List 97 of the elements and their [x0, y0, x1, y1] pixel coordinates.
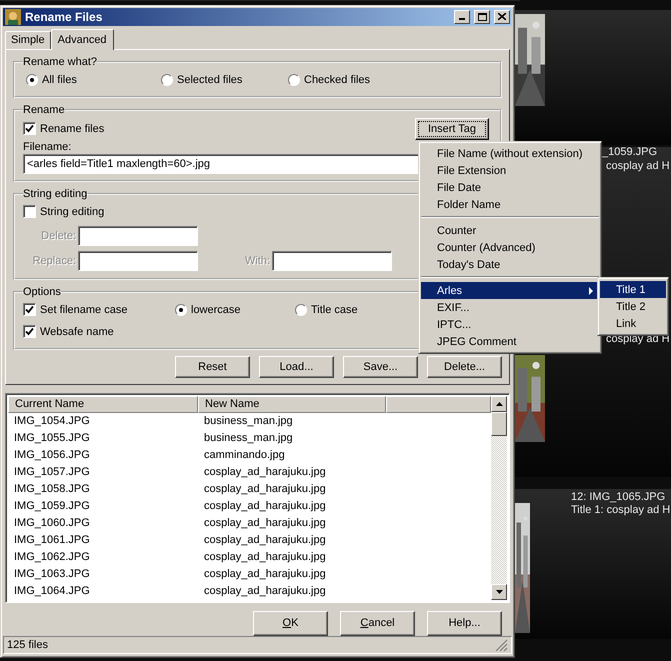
table-cell-text: cosplay_ad_harajuku.jpg — [203, 517, 327, 530]
checkbox-label[interactable]: Websafe name — [40, 326, 114, 338]
tab[interactable]: Simple — [5, 30, 51, 49]
preset-button[interactable]: Load... — [259, 356, 334, 378]
table-cell-text: business_man.jpg — [203, 432, 294, 444]
menu-item[interactable]: Link — [600, 315, 666, 332]
check-icon — [25, 305, 34, 314]
table-cell-text: camminando.jpg — [203, 449, 286, 462]
table-cell-text: cosplay_ad_harajuku.jpg — [203, 568, 327, 580]
radio-label[interactable]: Title case — [311, 304, 358, 316]
dialog-button[interactable]: OK — [253, 610, 328, 636]
radio-label[interactable]: lowercase — [191, 304, 241, 316]
maximize-button[interactable] — [474, 10, 490, 24]
menu-item[interactable]: Folder Name — [421, 196, 599, 213]
table-cell-text: IMG_1059.JPG — [13, 500, 91, 512]
column-header[interactable] — [386, 396, 491, 413]
radio-button[interactable] — [175, 304, 187, 316]
group-title: Rename what? — [23, 56, 97, 68]
preset-button[interactable]: Delete... — [427, 356, 502, 378]
minimize-button[interactable] — [454, 10, 470, 24]
menu-item[interactable]: Title 1 — [600, 281, 666, 298]
photo-caption: 12: IMG_1065.JPG — [571, 491, 666, 504]
window-title: Rename Files — [25, 10, 104, 24]
checkbox-label[interactable]: Set filename case — [40, 304, 128, 316]
check-icon — [25, 327, 34, 336]
preset-button[interactable]: Save... — [343, 356, 418, 378]
close-icon — [498, 13, 506, 20]
photo-caption: _1059.JPG — [602, 146, 658, 159]
table-cell-text: cosplay_ad_harajuku.jpg — [203, 483, 327, 496]
menu-item[interactable]: Counter (Advanced) — [421, 239, 599, 256]
radio-label[interactable]: Checked files — [304, 74, 370, 86]
scroll-down-button[interactable] — [491, 584, 507, 600]
table-cell-text: IMG_1054.JPG — [13, 415, 91, 428]
app-icon — [5, 8, 21, 25]
table-cell-text: business_man.jpg — [203, 415, 294, 428]
column-header[interactable]: Current Name — [8, 396, 198, 413]
table-cell-text: IMG_1061.JPG — [13, 534, 91, 546]
menu-item[interactable]: Today's Date — [421, 256, 599, 273]
menu-item[interactable]: Counter — [421, 222, 599, 239]
group-title: Rename — [23, 104, 65, 116]
check-icon — [25, 124, 34, 134]
down-arrow-icon — [496, 590, 502, 594]
checkbox-label[interactable]: String editing — [40, 206, 104, 218]
submenu-arrow-icon — [589, 286, 593, 294]
group-title: Options — [23, 286, 61, 298]
table-cell-text: IMG_1064.JPG — [13, 585, 91, 598]
up-arrow-icon — [496, 402, 502, 406]
checkbox[interactable] — [23, 122, 36, 136]
menu-item[interactable]: Title 2 — [600, 298, 666, 315]
radio-label[interactable]: Selected files — [177, 74, 242, 86]
menu-item[interactable]: IPTC... — [421, 316, 599, 333]
scroll-thumb[interactable] — [491, 412, 507, 436]
column-header[interactable]: New Name — [198, 396, 386, 413]
checkbox[interactable] — [23, 303, 36, 316]
table-cell-text: cosplay_ad_harajuku.jpg — [203, 500, 327, 512]
table-cell-text: cosplay_ad_harajuku.jpg — [203, 585, 327, 598]
menu-item[interactable]: EXIF... — [421, 299, 599, 316]
resize-grip-icon — [494, 638, 508, 652]
radio-label[interactable]: All files — [42, 74, 77, 86]
menu-item[interactable]: JPEG Comment — [421, 333, 599, 350]
table-cell-text: IMG_1058.JPG — [13, 483, 91, 496]
checkbox[interactable] — [23, 325, 36, 338]
photo-caption: cosplay ad H — [606, 160, 670, 173]
tab[interactable]: Advanced — [50, 28, 114, 50]
field-label: Delete: — [40, 230, 77, 242]
table-cell-text: IMG_1062.JPG — [13, 551, 91, 564]
table-cell-text: cosplay_ad_harajuku.jpg — [203, 534, 327, 546]
scroll-up-button[interactable] — [491, 396, 507, 412]
table-cell-text: IMG_1060.JPG — [13, 517, 91, 530]
photo-caption: Title 1: cosplay ad H — [571, 504, 670, 517]
table-cell-text: IMG_1063.JPG — [13, 568, 91, 580]
menu-item[interactable]: File Date — [421, 179, 599, 196]
table-cell-text: cosplay_ad_harajuku.jpg — [203, 551, 327, 564]
group-title: String editing — [23, 188, 88, 200]
radio-button[interactable] — [26, 74, 38, 86]
checkbox[interactable] — [23, 205, 36, 218]
minimize-icon — [459, 18, 465, 20]
table-cell-text: IMG_1057.JPG — [13, 466, 91, 478]
status-text: 125 files — [7, 638, 49, 651]
preset-button[interactable]: Reset — [175, 356, 250, 378]
menu-item[interactable]: Arles — [421, 282, 599, 299]
field-label: With: — [244, 254, 271, 267]
scrollbar[interactable] — [491, 396, 507, 600]
dialog-button[interactable]: Help... — [427, 610, 502, 636]
table-cell-text: IMG_1055.JPG — [13, 432, 91, 444]
dialog-button[interactable]: Cancel — [340, 610, 415, 636]
close-button[interactable] — [494, 10, 510, 24]
radio-button[interactable] — [161, 74, 173, 86]
table-cell-text: cosplay_ad_harajuku.jpg — [203, 466, 327, 478]
radio-button[interactable] — [288, 74, 300, 86]
field-label: Filename: — [23, 140, 72, 153]
insert-tag-button[interactable]: Insert Tag — [415, 118, 489, 140]
radio-button[interactable] — [295, 304, 307, 316]
checkbox-label[interactable]: Rename files — [40, 122, 104, 135]
field-label: Replace: — [32, 254, 77, 267]
table-cell-text: IMG_1056.JPG — [13, 449, 91, 462]
maximize-icon — [478, 12, 486, 21]
